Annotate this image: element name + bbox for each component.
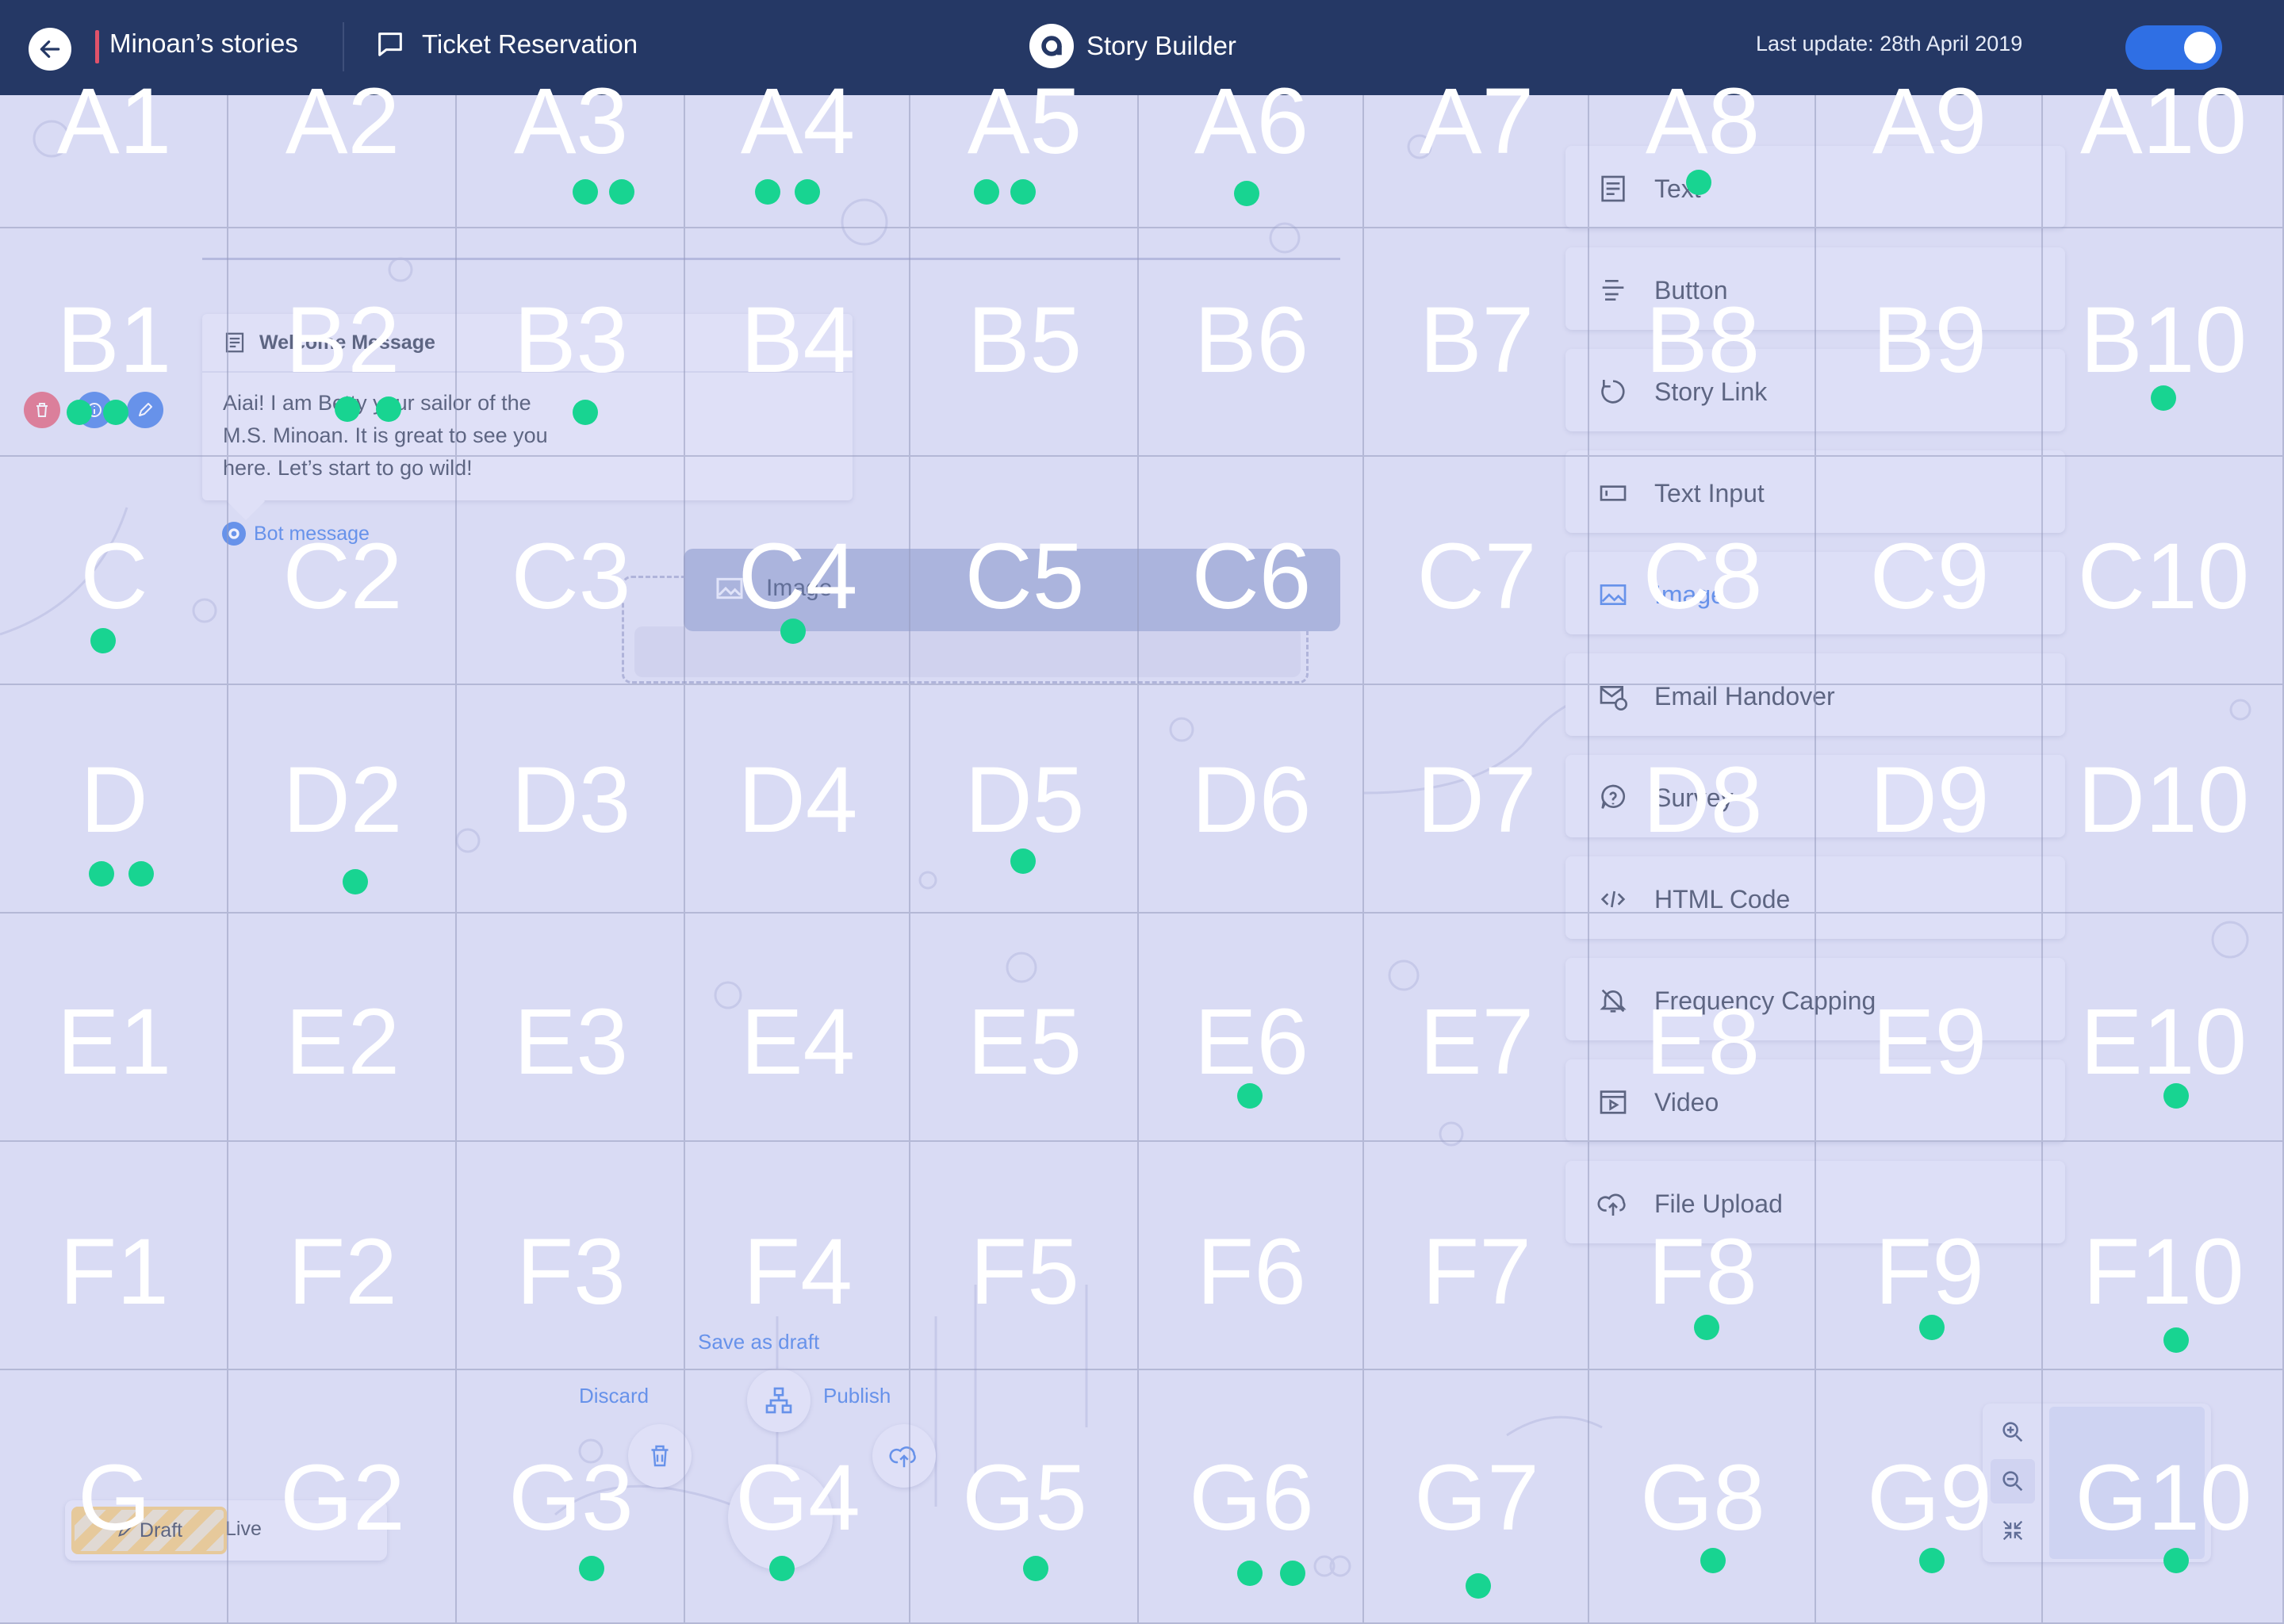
app-brand: Story Builder: [1029, 24, 1236, 68]
dragging-image-label-row: Image: [714, 573, 832, 604]
drop-placeholder: [634, 626, 1301, 677]
arrow-left-icon: [40, 40, 60, 58]
component-survey[interactable]: Survey: [1565, 755, 2065, 837]
edit-block-button[interactable]: [127, 392, 163, 428]
image-icon: [716, 577, 743, 599]
component-label: Story Link: [1654, 377, 1768, 406]
app-name: Story Builder: [1086, 31, 1236, 60]
story-title[interactable]: Ticket Reservation: [374, 29, 638, 60]
component-file-upload[interactable]: File Upload: [1565, 1161, 2065, 1243]
component-label: Text Input: [1654, 479, 1765, 508]
fit-screen-button[interactable]: [1991, 1508, 2035, 1553]
chat-bubble-icon: [378, 33, 402, 56]
survey-icon: [1601, 784, 1626, 809]
structure-button[interactable]: [747, 1369, 811, 1432]
text-input-icon: [1600, 485, 1627, 501]
component-label: Button: [1654, 276, 1728, 304]
component-label: File Upload: [1654, 1189, 1783, 1218]
component-text[interactable]: Text: [1565, 146, 2065, 228]
component-email-handover[interactable]: Email Handover: [1565, 653, 2065, 736]
top-bar: Minoan’s stories Ticket Reservation Stor…: [0, 0, 2284, 95]
component-text-input[interactable]: Text Input: [1565, 450, 2065, 533]
draft-label: Draft: [139, 1519, 183, 1542]
component-button[interactable]: Button: [1565, 247, 2065, 330]
delete-block-button[interactable]: [24, 392, 60, 428]
component-html-code[interactable]: HTML Code: [1565, 856, 2065, 939]
welcome-message-header: Welcome Message: [202, 314, 853, 373]
component-label: Text: [1654, 174, 1701, 203]
text-block-icon: [225, 332, 244, 353]
project-accent-bar: [95, 30, 99, 63]
component-story-link[interactable]: Story Link: [1565, 349, 2065, 431]
live-toggle[interactable]: [2125, 25, 2222, 70]
html-code-icon: [1600, 891, 1626, 908]
draft-mode-option[interactable]: Draft: [71, 1507, 227, 1554]
component-frequency-capping[interactable]: Frequency Capping: [1565, 958, 2065, 1040]
header-divider: [343, 22, 344, 71]
welcome-message-title: Welcome Message: [259, 331, 435, 354]
component-label: HTML Code: [1654, 885, 1791, 914]
zoom-controls: [1983, 1404, 2211, 1562]
info-block-button[interactable]: [76, 392, 113, 428]
component-image[interactable]: Image: [1565, 552, 2065, 634]
pencil-icon: [139, 403, 152, 416]
file-upload-icon: [1597, 1193, 1626, 1216]
component-label: Video: [1654, 1088, 1719, 1116]
project-name[interactable]: Minoan’s stories: [109, 29, 298, 59]
component-label: Email Handover: [1654, 682, 1835, 710]
bot-message-label: Bot message: [254, 522, 370, 545]
email-handover-icon: [1600, 686, 1627, 710]
welcome-message-text: Aiai! I am Betty your sailor of the M.S.…: [223, 391, 548, 480]
welcome-message-card[interactable]: Welcome Message Aiai! I am Betty your sa…: [202, 314, 853, 521]
story-title-label: Ticket Reservation: [422, 29, 638, 59]
image-icon: [1600, 584, 1627, 605]
component-label: Survey: [1654, 783, 1734, 812]
brand-logo-icon: [1029, 24, 1074, 68]
info-icon: [87, 403, 102, 417]
trash-icon: [36, 403, 48, 417]
back-button[interactable]: [29, 28, 71, 71]
discard-button[interactable]: Discard: [579, 1384, 649, 1408]
component-label: Image: [1654, 580, 1725, 609]
frequency-capping-icon: [1600, 989, 1627, 1013]
cloud-upload-icon: [889, 1446, 916, 1468]
main-action-button[interactable]: [728, 1465, 833, 1570]
component-video[interactable]: Video: [1565, 1059, 2065, 1142]
trash-icon: [651, 1445, 669, 1467]
publish-button[interactable]: Publish: [823, 1384, 891, 1408]
collapse-icon: [2002, 1520, 2023, 1541]
button-icon: [1602, 280, 1624, 301]
publish-cloud-button[interactable]: [872, 1424, 936, 1488]
zoom-in-button[interactable]: [1991, 1410, 2035, 1454]
bot-message-tag: Bot message: [222, 522, 370, 546]
video-icon: [1600, 1090, 1627, 1114]
connector-line: [202, 258, 1340, 260]
sitemap-icon: [765, 1387, 792, 1414]
zoom-out-icon: [2002, 1471, 2023, 1492]
story-link-icon: [1601, 380, 1625, 404]
last-update: Last update: 28th April 2019: [1756, 32, 2023, 56]
zoom-in-icon: [2002, 1422, 2023, 1442]
component-label: Frequency Capping: [1654, 986, 1876, 1015]
mode-switch[interactable]: Draft Live: [65, 1500, 387, 1561]
dragging-image-label: Image: [766, 575, 833, 601]
bot-icon: [222, 522, 246, 546]
text-block-icon: [1601, 175, 1625, 202]
minimap[interactable]: [2049, 1407, 2205, 1559]
live-mode-option[interactable]: Live: [225, 1518, 262, 1541]
discard-trash-button[interactable]: [628, 1424, 692, 1488]
zoom-out-button[interactable]: [1991, 1459, 2035, 1503]
toggle-knob: [2184, 32, 2216, 63]
pencil-icon: [118, 1523, 132, 1537]
save-as-draft-button[interactable]: Save as draft: [698, 1330, 819, 1354]
